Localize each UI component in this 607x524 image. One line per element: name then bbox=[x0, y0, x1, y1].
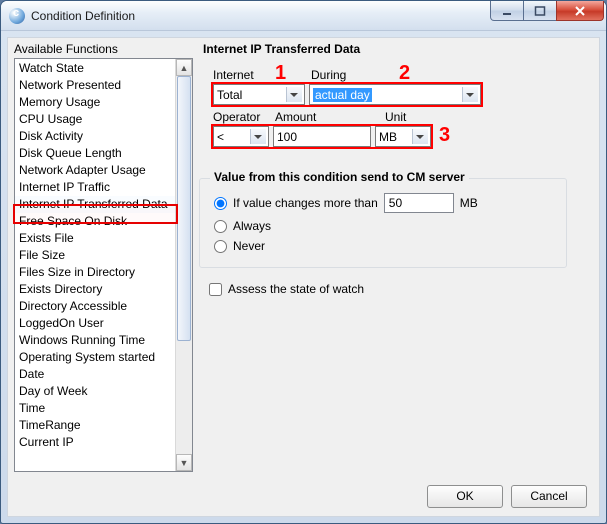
list-item[interactable]: Free Space On Disk bbox=[15, 213, 175, 230]
unit-combo[interactable]: MB bbox=[375, 126, 431, 147]
internet-combo[interactable]: Total bbox=[213, 84, 305, 105]
right-panel: Internet IP Transferred Data Internet Du… bbox=[193, 38, 599, 476]
window-title: Condition Definition bbox=[31, 9, 135, 23]
annotation-number-3: 3 bbox=[439, 124, 450, 147]
cancel-button[interactable]: Cancel bbox=[511, 485, 587, 508]
list-item[interactable]: CPU Usage bbox=[15, 111, 175, 128]
radio-always-label: Always bbox=[233, 219, 271, 233]
annotation-number-2: 2 bbox=[399, 62, 410, 85]
functions-listbox[interactable]: Watch StateNetwork PresentedMemory Usage… bbox=[14, 58, 193, 472]
list-item[interactable]: TimeRange bbox=[15, 417, 175, 434]
dialog-button-row: OK Cancel bbox=[8, 476, 599, 516]
internet-label: Internet bbox=[213, 68, 254, 82]
minimize-button[interactable] bbox=[490, 1, 524, 21]
during-combo[interactable]: actual day bbox=[309, 84, 481, 105]
chevron-down-icon bbox=[290, 93, 298, 101]
changes-unit-label: MB bbox=[460, 196, 478, 210]
radio-if-changes-label: If value changes more than bbox=[233, 196, 378, 210]
list-item[interactable]: Disk Queue Length bbox=[15, 145, 175, 162]
send-to-cm-group: Value from this condition send to CM ser… bbox=[199, 178, 567, 268]
during-label: During bbox=[311, 68, 346, 82]
amount-value: 100 bbox=[277, 130, 297, 144]
scroll-up-button[interactable]: ▲ bbox=[176, 59, 192, 76]
ok-button[interactable]: OK bbox=[427, 485, 503, 508]
left-panel: Available Functions Watch StateNetwork P… bbox=[8, 38, 193, 476]
maximize-button[interactable] bbox=[523, 1, 557, 21]
titlebar[interactable]: Condition Definition bbox=[1, 1, 606, 31]
list-item[interactable]: LoggedOn User bbox=[15, 315, 175, 332]
chevron-down-icon bbox=[416, 135, 424, 143]
group-title: Value from this condition send to CM ser… bbox=[210, 170, 469, 184]
list-item[interactable]: File Size bbox=[15, 247, 175, 264]
scrollbar[interactable]: ▲ ▼ bbox=[175, 59, 192, 471]
radio-if-changes[interactable] bbox=[214, 197, 227, 210]
operator-combo[interactable]: < bbox=[213, 126, 269, 147]
client-area: Available Functions Watch StateNetwork P… bbox=[7, 37, 600, 517]
changes-threshold-input[interactable] bbox=[384, 193, 454, 213]
scroll-track[interactable] bbox=[176, 76, 192, 454]
list-item[interactable]: Date bbox=[15, 366, 175, 383]
dialog-window: Condition Definition Available Functions… bbox=[0, 0, 607, 524]
list-item[interactable]: Day of Week bbox=[15, 383, 175, 400]
radio-always[interactable] bbox=[214, 220, 227, 233]
list-item[interactable]: Internet IP Traffic bbox=[15, 179, 175, 196]
list-item[interactable]: Current IP bbox=[15, 434, 175, 451]
annotation-number-1: 1 bbox=[275, 62, 286, 85]
list-item[interactable]: Windows Running Time bbox=[15, 332, 175, 349]
chevron-down-icon bbox=[254, 135, 262, 143]
list-item[interactable]: Watch State bbox=[15, 60, 175, 77]
amount-label: Amount bbox=[275, 110, 316, 124]
amount-input[interactable]: 100 bbox=[273, 126, 371, 147]
scroll-thumb[interactable] bbox=[177, 76, 191, 341]
operator-label: Operator bbox=[213, 110, 260, 124]
radio-never-label: Never bbox=[233, 239, 265, 253]
list-item[interactable]: Files Size in Directory bbox=[15, 264, 175, 281]
operator-value: < bbox=[217, 130, 224, 144]
section-title: Internet IP Transferred Data bbox=[203, 42, 589, 56]
window-buttons bbox=[491, 1, 604, 21]
internet-value: Total bbox=[217, 88, 242, 102]
available-functions-heading: Available Functions bbox=[14, 42, 193, 56]
assess-state-label: Assess the state of watch bbox=[228, 282, 364, 296]
app-icon bbox=[9, 8, 25, 24]
list-item[interactable]: Operating System started bbox=[15, 349, 175, 366]
list-item[interactable]: Disk Activity bbox=[15, 128, 175, 145]
during-value: actual day bbox=[313, 88, 372, 102]
unit-label: Unit bbox=[385, 110, 406, 124]
assess-state-checkbox[interactable] bbox=[209, 283, 222, 296]
unit-value: MB bbox=[379, 130, 397, 144]
list-item[interactable]: Memory Usage bbox=[15, 94, 175, 111]
list-item[interactable]: Network Adapter Usage bbox=[15, 162, 175, 179]
radio-never[interactable] bbox=[214, 240, 227, 253]
list-item[interactable]: Exists Directory bbox=[15, 281, 175, 298]
list-item[interactable]: Time bbox=[15, 400, 175, 417]
chevron-down-icon bbox=[466, 93, 474, 101]
scroll-down-button[interactable]: ▼ bbox=[176, 454, 192, 471]
close-button[interactable] bbox=[556, 1, 604, 21]
list-item[interactable]: Internet IP Transferred Data bbox=[15, 196, 175, 213]
list-item[interactable]: Directory Accessible bbox=[15, 298, 175, 315]
list-item[interactable]: Exists File bbox=[15, 230, 175, 247]
list-item[interactable]: Network Presented bbox=[15, 77, 175, 94]
